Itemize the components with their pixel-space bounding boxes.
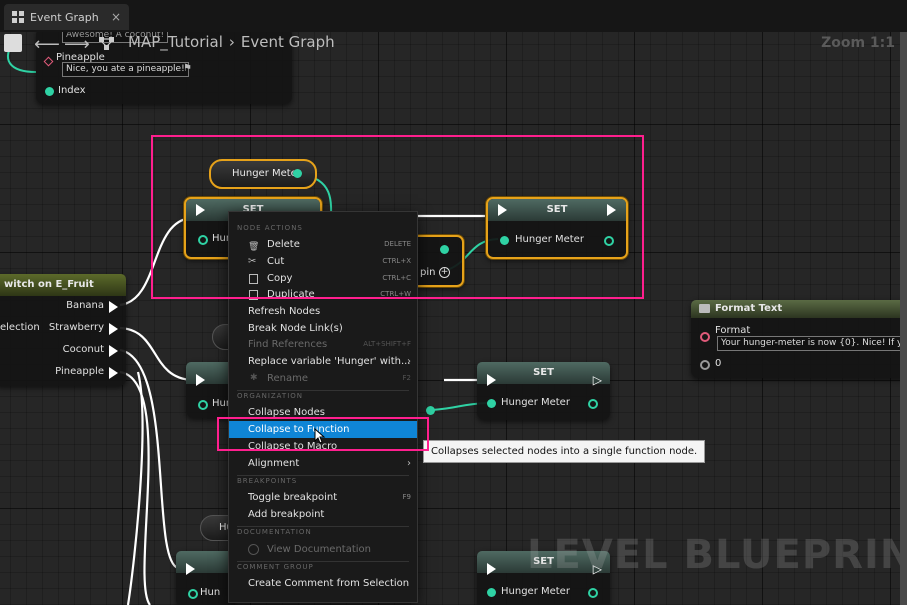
section-organization: ORGANIZATION — [237, 392, 304, 400]
forward-arrow-icon[interactable]: ⟶ — [64, 34, 90, 55]
blueprint-icon — [99, 37, 114, 50]
menu-item-toggle-breakpoint[interactable]: Toggle breakpoint F9 — [229, 489, 417, 506]
submenu-arrow-icon: › — [407, 458, 411, 469]
set-mid-right-output-pin[interactable] — [588, 399, 598, 409]
zero-output-pin[interactable] — [700, 360, 710, 370]
menu-item-break-node-links[interactable]: Break Node Link(s) — [229, 320, 417, 337]
selection-annotation-box — [151, 135, 644, 299]
set-node-mid-right[interactable]: SET ▷ Hunger Meter — [477, 362, 610, 420]
set-mid-right-input-pin[interactable] — [487, 399, 496, 408]
rename-icon: ✱ — [250, 373, 258, 383]
breadcrumb-map[interactable]: MAP_Tutorial — [128, 33, 223, 51]
bookmark-icon[interactable] — [4, 34, 22, 52]
menu-separator — [237, 475, 409, 476]
strawberry-pin-label: Strawberry — [48, 322, 104, 333]
format-text-header: Format Text — [691, 300, 907, 318]
set-mid-right-exec-out-outline: ▷ — [592, 373, 602, 387]
banana-exec-pin[interactable] — [109, 301, 118, 313]
set-mid-right-pin-label: Hunger Meter — [501, 397, 570, 408]
breadcrumb-graph[interactable]: Event Graph — [241, 33, 335, 51]
set-bottom-right-input-pin[interactable] — [487, 588, 496, 597]
pineapple-exec-pin[interactable] — [109, 367, 118, 379]
menu-item-alignment[interactable]: Alignment › — [229, 455, 417, 472]
tab-title: Event Graph — [30, 10, 99, 24]
tab-event-graph[interactable]: Event Graph × — [4, 4, 129, 30]
tooltip: Collapses selected nodes into a single f… — [423, 440, 706, 463]
submenu-arrow-icon: › — [407, 356, 411, 367]
selection-pin-label: election — [0, 322, 40, 333]
close-icon[interactable]: × — [111, 10, 121, 24]
banana-pin-label: Banana — [66, 300, 104, 311]
menu-item-view-documentation[interactable]: View Documentation — [229, 541, 417, 558]
level-blueprint-watermark: LEVEL BLUEPRINT — [527, 532, 907, 578]
menu-item-annotation-box — [217, 417, 429, 451]
section-comment-group: COMMENT GROUP — [237, 563, 314, 571]
menu-separator — [237, 526, 409, 527]
index-pin[interactable] — [45, 87, 54, 96]
switch-node-title: witch on E_Fruit — [4, 279, 94, 290]
menu-item-refresh-nodes[interactable]: Refresh Nodes — [229, 303, 417, 320]
format-value-field[interactable]: Your hunger-meter is now {0}. Nice! If y… — [717, 336, 907, 351]
menu-item-replace-variable[interactable]: Replace variable 'Hunger' with... › — [229, 353, 417, 370]
zoom-level: Zoom 1:1 — [821, 35, 895, 51]
set-bottom-right-exec-in[interactable] — [487, 563, 496, 575]
set-bottom-left-value-pin[interactable] — [188, 589, 198, 599]
zero-label: 0 — [715, 358, 722, 369]
pineapple-pin[interactable] — [43, 56, 54, 67]
strawberry-exec-pin[interactable] — [109, 323, 118, 335]
switch-node-header: witch on E_Fruit — [0, 274, 126, 296]
set-bottom-left-header — [176, 551, 236, 573]
menu-separator — [237, 561, 409, 562]
format-text-title: Format Text — [715, 303, 783, 314]
breadcrumb-separator: › — [228, 33, 235, 51]
mid-output-pin[interactable] — [426, 406, 435, 415]
pineapple-text-box[interactable]: Nice, you ate a pineapple! — [62, 62, 189, 77]
menu-item-add-breakpoint[interactable]: Add breakpoint — [229, 506, 417, 523]
right-edge-rail — [900, 32, 907, 605]
index-pin-label: Index — [58, 85, 86, 96]
set-node-bottom-left[interactable]: Hun — [176, 551, 236, 605]
menu-item-rename[interactable]: ✱ Rename F2 — [229, 370, 417, 387]
section-documentation: DOCUMENTATION — [237, 528, 312, 536]
menu-item-create-comment[interactable]: Create Comment from Selection — [229, 575, 417, 592]
event-graph-canvas[interactable]: Awesome! A coconut! Pineapple Nice, you … — [0, 0, 907, 605]
tab-bar — [0, 0, 907, 32]
set-bottom-right-output-pin[interactable] — [588, 588, 598, 598]
format-text-node[interactable]: Format Text Format Your hunger-meter is … — [691, 300, 907, 378]
coconut-pin-label: Coconut — [62, 344, 104, 355]
flag-icon: ⚑ — [183, 63, 192, 74]
set-mid-left-value-pin[interactable] — [198, 400, 208, 410]
graph-icon — [12, 11, 24, 23]
breadcrumb: MAP_Tutorial › Event Graph — [128, 33, 341, 51]
set-bottom-left-label: Hun — [200, 587, 221, 598]
function-icon — [699, 304, 710, 313]
pineapple-pin-label: Pineapple — [55, 366, 104, 377]
set-bottom-left-exec-in[interactable] — [186, 563, 195, 575]
format-label: Format — [715, 325, 751, 336]
menu-separator — [237, 390, 409, 391]
back-arrow-icon[interactable]: ⟵ — [34, 34, 60, 55]
format-input-pin[interactable] — [700, 332, 710, 342]
set-mid-left-exec-in[interactable] — [196, 374, 205, 386]
set-mid-right-exec-in[interactable] — [487, 374, 496, 386]
switch-on-e-fruit-node[interactable]: witch on E_Fruit election Banana Strawbe… — [0, 274, 126, 386]
coconut-exec-pin[interactable] — [109, 345, 118, 357]
section-breakpoints: BREAKPOINTS — [237, 477, 298, 485]
help-icon — [248, 544, 259, 555]
set-bottom-right-pin-label: Hunger Meter — [501, 586, 570, 597]
menu-item-find-references[interactable]: Find References ALT+SHIFT+F — [229, 336, 417, 353]
